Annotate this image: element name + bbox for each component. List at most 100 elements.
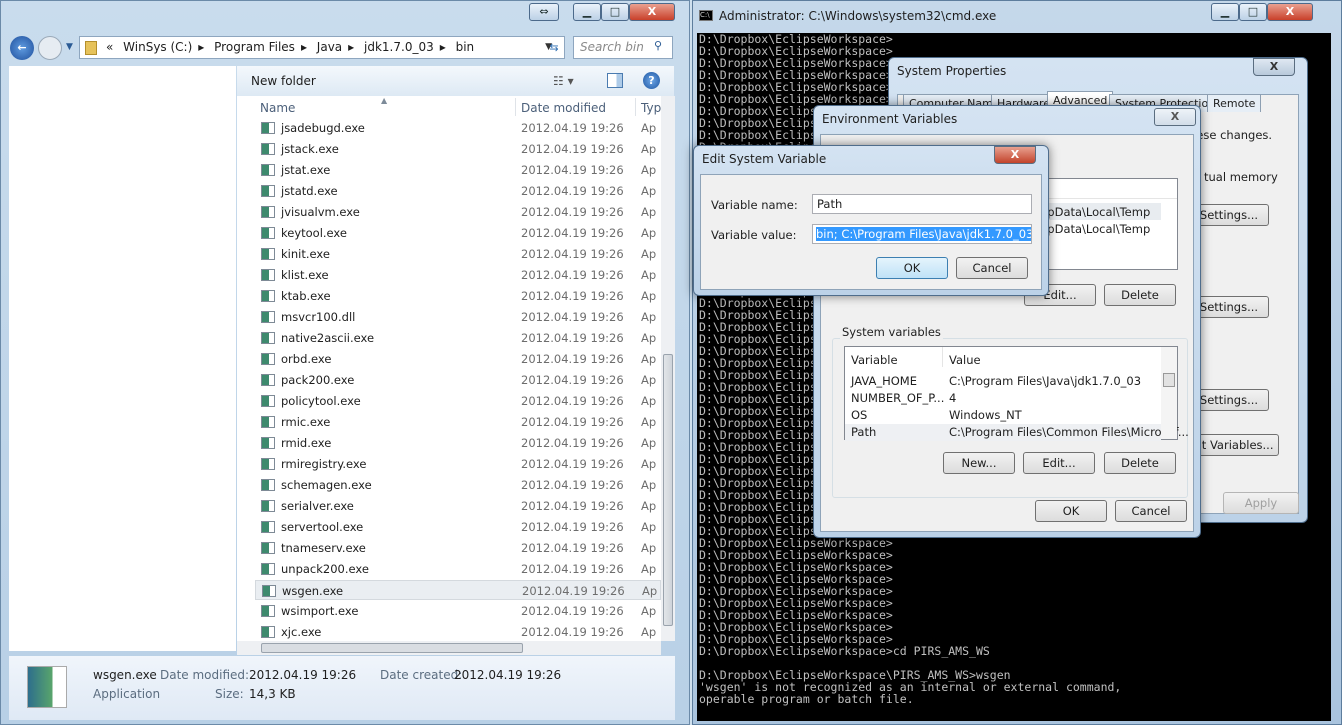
file-row[interactable]: msvcr100.dll 2012.04.19 19:26 Ap (255, 307, 661, 327)
file-row[interactable]: orbd.exe 2012.04.19 19:26 Ap (255, 349, 661, 369)
file-name: ktab.exe (281, 289, 331, 303)
file-row[interactable]: schemagen.exe 2012.04.19 19:26 Ap (255, 475, 661, 495)
file-date: 2012.04.19 19:26 (521, 205, 624, 219)
close-button[interactable]: X (994, 146, 1036, 164)
refresh-icon[interactable]: ⇆ (543, 37, 565, 58)
maximize-button[interactable]: □ (601, 3, 629, 21)
system-new-button[interactable]: New... (943, 452, 1015, 474)
preview-pane-icon[interactable] (607, 73, 623, 88)
file-row[interactable]: keytool.exe 2012.04.19 19:26 Ap (255, 223, 661, 243)
new-folder-button[interactable]: New folder (251, 74, 316, 88)
ok-button[interactable]: OK (876, 257, 948, 279)
profile-settings-button[interactable]: Settings... (1189, 296, 1269, 318)
cmd-maximize-button[interactable]: □ (1239, 3, 1267, 21)
file-row[interactable]: policytool.exe 2012.04.19 19:26 Ap (255, 391, 661, 411)
breadcrumb-program-files[interactable]: Program Files (214, 40, 295, 54)
file-row[interactable]: klist.exe 2012.04.19 19:26 Ap (255, 265, 661, 285)
column-variable[interactable]: Variable (851, 353, 898, 367)
variable-value-input[interactable]: bin; C:\Program Files\Java\jdk1.7.0_03\b… (812, 224, 1032, 244)
vertical-scrollbar[interactable] (661, 96, 675, 641)
file-row[interactable]: native2ascii.exe 2012.04.19 19:26 Ap (255, 328, 661, 348)
close-button[interactable]: X (1154, 108, 1196, 126)
file-date: 2012.04.19 19:26 (521, 289, 624, 303)
file-date: 2012.04.19 19:26 (521, 457, 624, 471)
exe-icon (261, 395, 275, 407)
cancel-button[interactable]: Cancel (956, 257, 1028, 279)
minimize-button[interactable]: ▁ (573, 3, 601, 21)
column-date-modified[interactable]: Date modified (521, 101, 606, 115)
system-delete-button[interactable]: Delete (1104, 452, 1176, 474)
variable-value: 4 (949, 391, 957, 405)
user-delete-button[interactable]: Delete (1104, 284, 1176, 306)
ok-button[interactable]: OK (1035, 500, 1107, 522)
close-button[interactable]: X (1253, 58, 1295, 76)
variable-name-input[interactable]: Path (812, 194, 1032, 214)
file-row[interactable]: rmid.exe 2012.04.19 19:26 Ap (255, 433, 661, 453)
file-type: Ap (641, 205, 657, 219)
file-type: Ap (641, 289, 657, 303)
forward-button[interactable] (38, 36, 62, 60)
startup-settings-button[interactable]: Settings... (1189, 389, 1269, 411)
view-options-icon[interactable]: ☷ ▾ (553, 66, 574, 96)
file-row[interactable]: rmiregistry.exe 2012.04.19 19:26 Ap (255, 454, 661, 474)
file-row[interactable]: jvisualvm.exe 2012.04.19 19:26 Ap (255, 202, 661, 222)
system-variable-row[interactable]: Path C:\Program Files\Common Files\Micros… (845, 424, 1189, 441)
file-row[interactable]: wsgen.exe 2012.04.19 19:26 Ap (255, 580, 661, 600)
file-row[interactable]: ktab.exe 2012.04.19 19:26 Ap (255, 286, 661, 306)
file-row[interactable]: jstack.exe 2012.04.19 19:26 Ap (255, 139, 661, 159)
close-button[interactable]: X (629, 3, 675, 21)
navigation-pane[interactable] (9, 66, 236, 651)
file-row[interactable]: unpack200.exe 2012.04.19 19:26 Ap (255, 559, 661, 579)
system-variable-row[interactable]: JAVA_HOME C:\Program Files\Java\jdk1.7.0_… (845, 373, 1161, 390)
file-type: Ap (641, 373, 657, 387)
history-dropdown-icon[interactable]: ▼ (66, 42, 73, 52)
environment-variables-button[interactable]: nt Variables... (1189, 434, 1279, 456)
column-type[interactable]: Typ (641, 101, 661, 115)
breadcrumb-overflow[interactable]: « (106, 40, 113, 54)
file-row[interactable]: pack200.exe 2012.04.19 19:26 Ap (255, 370, 661, 390)
system-edit-button[interactable]: Edit... (1023, 452, 1095, 474)
snap-icon[interactable]: ⇔ (529, 3, 559, 21)
scroll-thumb[interactable] (1163, 373, 1175, 387)
file-row[interactable]: jstat.exe 2012.04.19 19:26 Ap (255, 160, 661, 180)
exe-icon (261, 458, 275, 470)
performance-settings-button[interactable]: Settings... (1189, 204, 1269, 226)
file-row[interactable]: rmic.exe 2012.04.19 19:26 Ap (255, 412, 661, 432)
file-date: 2012.04.19 19:26 (521, 352, 624, 366)
file-row[interactable]: xjc.exe 2012.04.19 19:26 Ap (255, 622, 661, 641)
size-label: Size: (215, 687, 244, 701)
file-row[interactable]: serialver.exe 2012.04.19 19:26 Ap (255, 496, 661, 516)
address-bar[interactable]: « WinSys (C:) ▸ Program Files ▸ Java ▸ jdk1… (79, 36, 565, 59)
cmd-minimize-button[interactable]: ▁ (1211, 3, 1239, 21)
column-name[interactable]: Name (260, 101, 295, 115)
variable-name: OS (851, 408, 868, 422)
breadcrumb-bin[interactable]: bin (456, 40, 475, 54)
scroll-thumb[interactable] (663, 354, 673, 626)
column-value[interactable]: Value (949, 353, 981, 367)
file-row[interactable]: servertool.exe 2012.04.19 19:26 Ap (255, 517, 661, 537)
breadcrumb-java[interactable]: Java (317, 40, 342, 54)
hscroll-thumb[interactable] (261, 643, 523, 653)
file-row[interactable]: wsimport.exe 2012.04.19 19:26 Ap (255, 601, 661, 621)
horizontal-scrollbar[interactable] (237, 641, 661, 655)
breadcrumb-drive[interactable]: WinSys (C:) (123, 40, 192, 54)
system-variables-list[interactable]: Variable Value JAVA_HOME C:\Program Files… (844, 346, 1189, 441)
cancel-button[interactable]: Cancel (1115, 500, 1187, 522)
file-row[interactable]: jstatd.exe 2012.04.19 19:26 Ap (255, 181, 661, 201)
file-type: Ap (641, 436, 657, 450)
system-variable-row[interactable]: OS Windows_NT (845, 407, 1161, 424)
file-name: tnameserv.exe (281, 541, 366, 555)
file-name: jstatd.exe (281, 184, 338, 198)
file-name: schemagen.exe (281, 478, 372, 492)
file-row[interactable]: tnameserv.exe 2012.04.19 19:26 Ap (255, 538, 661, 558)
back-button[interactable]: ← (10, 36, 34, 60)
help-icon[interactable]: ? (643, 72, 660, 89)
cmd-close-button[interactable]: X (1267, 3, 1313, 21)
tab-remote[interactable]: Remote (1207, 94, 1262, 112)
file-row[interactable]: kinit.exe 2012.04.19 19:26 Ap (255, 244, 661, 264)
breadcrumb-jdk[interactable]: jdk1.7.0_03 (364, 40, 434, 54)
system-variable-row[interactable]: NUMBER_OF_P... 4 (845, 390, 1161, 407)
system-list-scrollbar[interactable] (1161, 347, 1177, 439)
apply-button[interactable]: Apply (1223, 492, 1299, 514)
file-row[interactable]: jsadebugd.exe 2012.04.19 19:26 Ap (255, 118, 661, 138)
